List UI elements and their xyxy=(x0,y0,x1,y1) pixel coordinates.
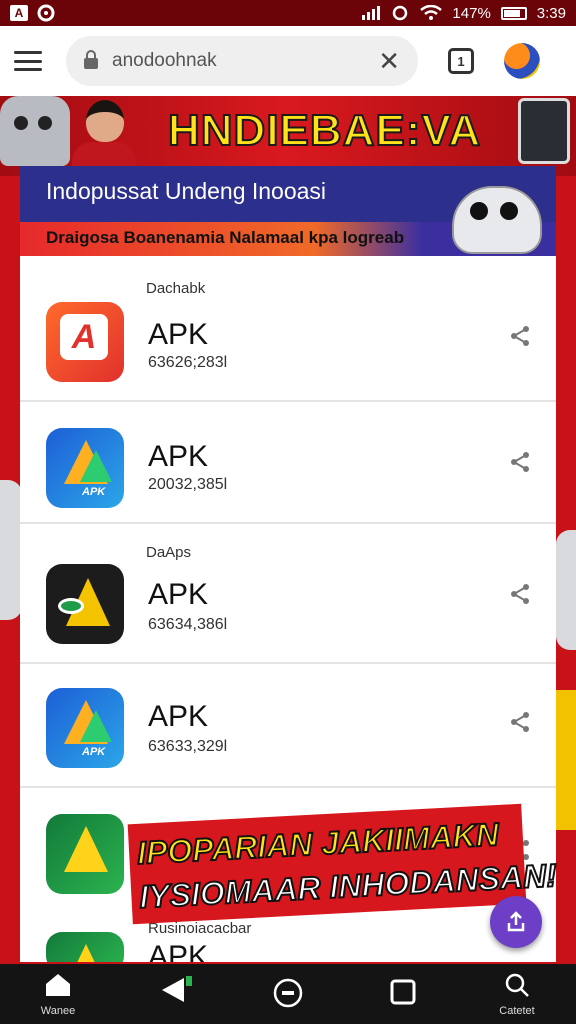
url-text: anodoohnak xyxy=(112,50,217,71)
clock: 3:39 xyxy=(536,4,566,22)
app-icon xyxy=(46,564,124,644)
square-icon xyxy=(390,979,416,1005)
settings-notification-icon xyxy=(37,4,55,22)
wifi-icon xyxy=(420,5,443,20)
nav-tabs[interactable] xyxy=(272,978,304,1011)
app-version: 63626;283l xyxy=(148,354,228,371)
nav-back[interactable] xyxy=(150,976,200,1007)
signal-icon xyxy=(362,6,381,20)
app-name: APK xyxy=(148,940,209,962)
sync-icon xyxy=(393,5,408,21)
nav-home[interactable]: Wanee xyxy=(36,972,80,1017)
app-notification-icon: A xyxy=(10,5,28,21)
menu-icon[interactable] xyxy=(14,51,42,71)
hero-banner: HNDIEBAE:VA xyxy=(0,96,576,176)
robot-mascot-icon xyxy=(452,186,542,254)
nav-search-label: Catetet xyxy=(499,1005,535,1017)
app-icon: APK xyxy=(46,688,124,768)
browser-toolbar: anodoohnak ✕ 1 xyxy=(0,26,576,96)
app-name: APK xyxy=(148,578,209,611)
app-name: APK xyxy=(148,440,209,473)
robot-decoration-left xyxy=(0,480,22,620)
tab-switcher-button[interactable]: 1 xyxy=(448,48,474,74)
app-name: APK xyxy=(148,318,209,351)
close-icon[interactable]: ✕ xyxy=(378,46,400,77)
card-header: Indopussat Undeng Inooasi Draigosa Boane… xyxy=(20,166,556,256)
app-icon: APK xyxy=(46,428,124,508)
share-icon[interactable] xyxy=(508,582,532,606)
list-item[interactable]: APK 63634,386l xyxy=(20,536,556,664)
bottom-navigation: Wanee Catetet xyxy=(0,964,576,1024)
home-icon xyxy=(46,974,70,996)
share-icon[interactable] xyxy=(508,450,532,474)
tabs-icon xyxy=(273,978,303,1008)
nav-overview[interactable] xyxy=(388,978,418,1009)
nav-home-label: Wanee xyxy=(40,1005,76,1017)
share-button[interactable] xyxy=(490,896,542,948)
app-version: 63634,386l xyxy=(148,616,228,633)
battery-percent: 147% xyxy=(452,4,491,22)
share-icon[interactable] xyxy=(508,710,532,734)
app-name: APK xyxy=(148,700,209,733)
person-illustration xyxy=(72,100,136,176)
nav-search[interactable]: Catetet xyxy=(494,972,540,1017)
app-icon xyxy=(46,814,124,894)
app-icon xyxy=(46,932,124,962)
hero-title: HNDIEBAE:VA xyxy=(167,105,482,156)
upload-icon xyxy=(507,911,525,932)
share-icon[interactable] xyxy=(508,324,532,348)
app-version: 63633,329l xyxy=(148,738,228,755)
search-icon xyxy=(505,973,529,997)
list-item[interactable]: APK APK 20032,385l xyxy=(20,404,556,524)
battery-icon xyxy=(500,6,527,20)
phone-decoration-right xyxy=(556,690,576,830)
phone-illustration xyxy=(518,98,570,164)
lock-icon xyxy=(84,50,98,69)
robot-decoration-right xyxy=(556,530,576,650)
app-version: 20032,385l xyxy=(148,476,228,493)
back-icon xyxy=(162,976,192,1002)
card-subheading: Draigosa Boanenamia Nalamaal kpa logreab xyxy=(46,228,405,247)
card-heading: Indopussat Undeng Inooasi xyxy=(46,178,327,204)
avatar[interactable] xyxy=(504,43,540,79)
status-bar: A 147% 3:39 xyxy=(0,0,576,26)
address-bar[interactable]: anodoohnak ✕ xyxy=(66,36,418,86)
app-icon xyxy=(46,302,124,382)
robot-illustration xyxy=(0,96,70,166)
list-item[interactable]: APK 63626;283l xyxy=(20,282,556,402)
list-item[interactable]: APK APK 63633,329l xyxy=(20,664,556,788)
